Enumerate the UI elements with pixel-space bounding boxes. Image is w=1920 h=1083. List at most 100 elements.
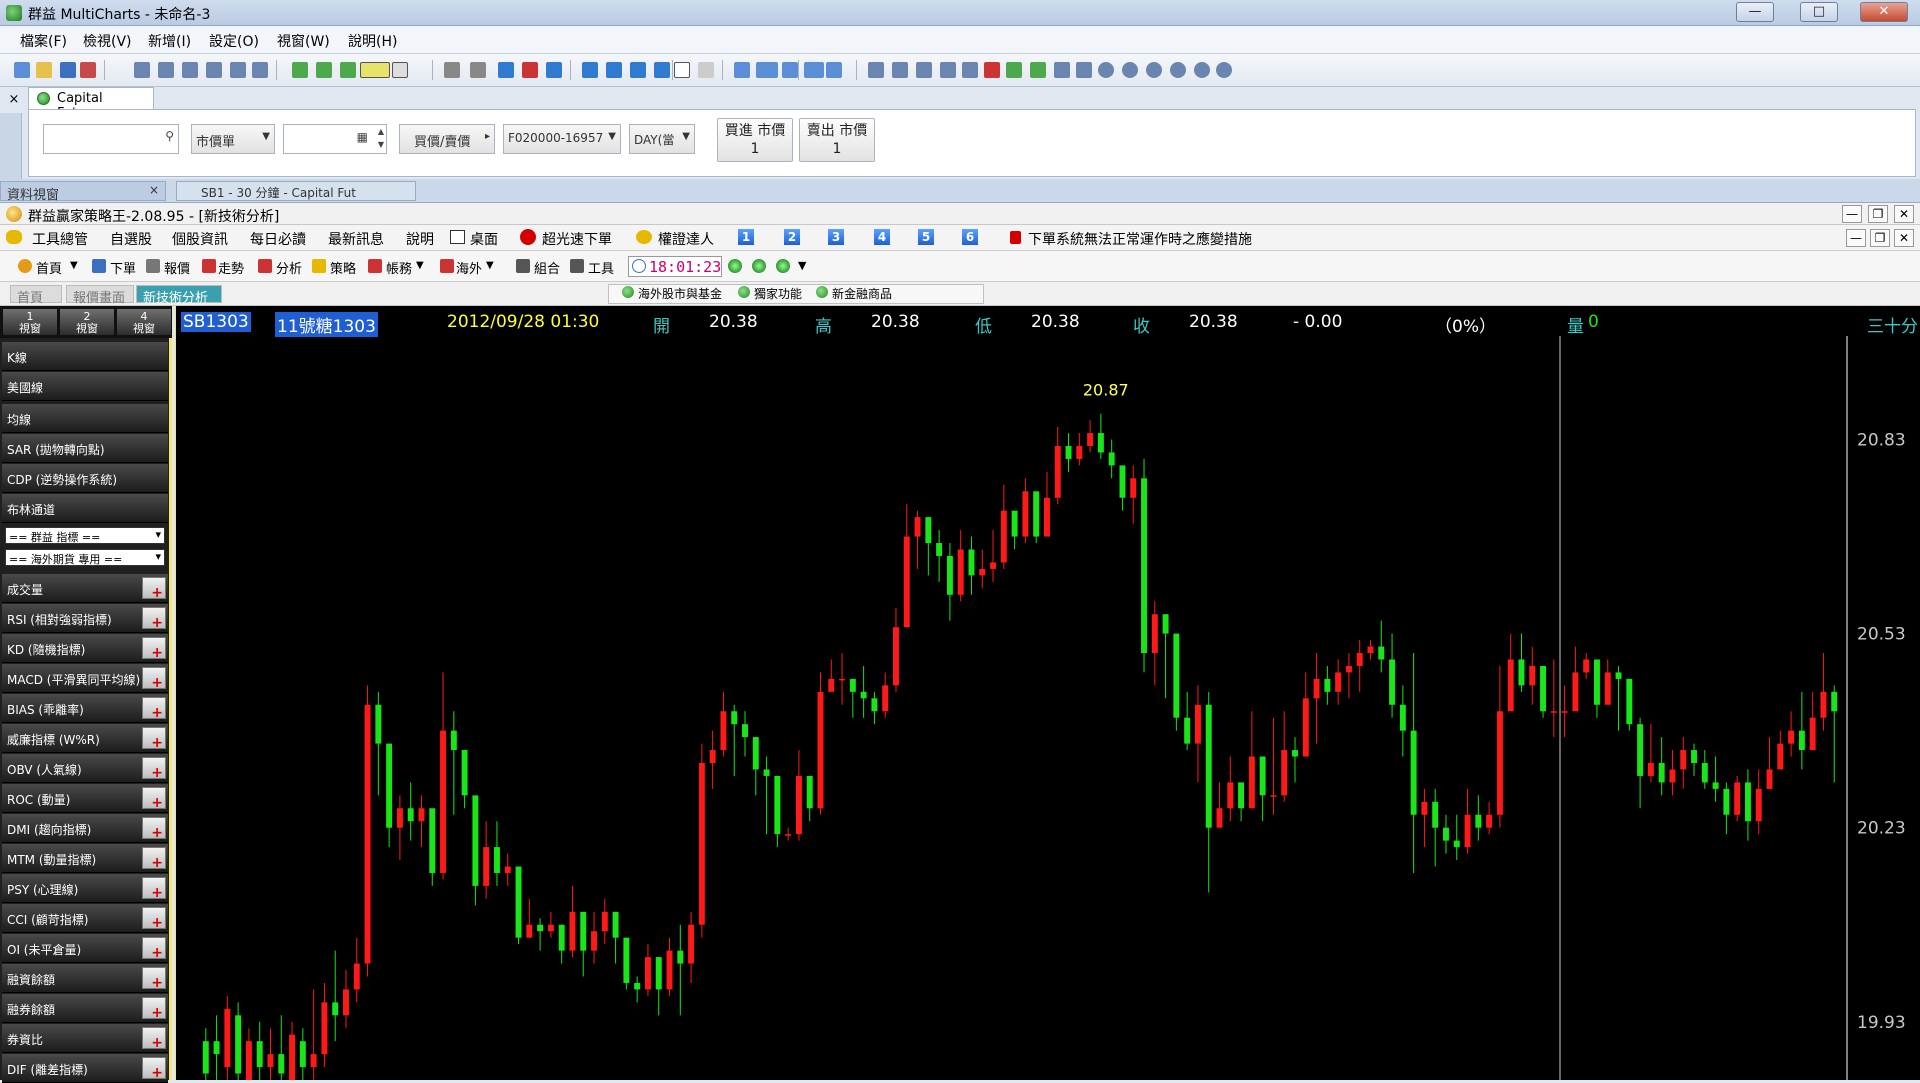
close-icon[interactable]: × [149,183,159,197]
indicator-item[interactable]: OI (未平倉量) [2,934,168,963]
indicator-item[interactable]: 威廉指標 (W%R) [2,724,168,753]
add-indicator-icon[interactable] [142,667,166,691]
expand-icon[interactable] [940,62,956,78]
toolbar-trend[interactable]: 走勢 [218,258,244,277]
indicator-item[interactable]: ROC (動量) [2,784,168,813]
price-mode-select[interactable]: 買價/賣價 ▸ [399,124,495,154]
menu-insert[interactable]: 新增(I) [148,31,191,51]
sidebar-item-kline[interactable]: K線 [2,342,168,371]
indicator-item[interactable]: MTM (動量指標) [2,844,168,873]
sidebar-item-ohlc[interactable]: 美國線 [2,372,168,401]
menu-contingency-link[interactable]: 下單系統無法正常運作時之應變措施 [1028,229,1252,249]
minimize-button[interactable]: — [1736,2,1774,22]
order-type-select[interactable]: 市價單 ▼ [191,124,275,154]
add-indicator-icon[interactable] [142,847,166,871]
candlestick-chart[interactable]: 20.83 20.53 20.23 19.93 20.87 [175,306,1920,1080]
indicator-item[interactable]: PSY (心理線) [2,874,168,903]
trade-icon[interactable] [756,62,778,78]
sidebar-item-ma[interactable]: 均線 [2,404,168,433]
menu-desktop[interactable]: 桌面 [470,229,498,249]
replay-icon[interactable] [1194,62,1210,78]
menu-view[interactable]: 檢視(V) [83,31,132,51]
chevron-down-icon[interactable]: ▼ [70,260,78,271]
add-indicator-icon[interactable] [142,787,166,811]
menu-watchlist[interactable]: 自選股 [110,229,152,249]
futures-indicator-select[interactable]: == 海外期貨 專用 == [5,549,165,566]
layout-6-button[interactable]: 6 [962,229,978,245]
add-indicator-icon[interactable] [142,1057,166,1081]
cursor-icon[interactable] [674,62,690,78]
menu-settings[interactable]: 設定(O) [209,31,259,51]
layout-4-button[interactable]: 4 [874,229,890,245]
tab-technical-analysis[interactable]: 新技術分析 [136,285,222,306]
menu-news[interactable]: 最新訊息 [328,229,384,249]
menu-fast-order[interactable]: 超光速下單 [542,229,612,249]
chart-area[interactable]: SB1303 11號糖1303 2012/09/28 01:30 開 20.38… [175,306,1920,1080]
tab-home[interactable]: 首頁 [10,285,62,306]
portfolio-icon[interactable] [206,62,222,78]
time-in-force-select[interactable]: DAY(當 ▼ [629,124,695,154]
chevron-down-icon[interactable]: ▼ [416,260,424,271]
indicator-item[interactable]: DIF (離差指標) [2,1054,168,1083]
add-indicator-icon[interactable] [142,967,166,991]
add-indicator-icon[interactable] [142,817,166,841]
ohlc-icon[interactable] [582,62,598,78]
indicator-item[interactable]: 成交量 [2,574,168,603]
add-indicator-icon[interactable] [142,637,166,661]
format-icon[interactable] [444,62,460,78]
comment-icon[interactable] [734,62,750,78]
add-indicator-icon[interactable] [142,727,166,751]
account-select[interactable]: F020000-16957 ▼ [503,124,621,154]
toolbar-combo[interactable]: 組合 [534,258,560,277]
arrow-right-icon[interactable] [1030,62,1046,78]
indicator-item[interactable]: DMI (趨向指標) [2,814,168,843]
zoom-out-icon[interactable] [1122,62,1138,78]
search-icon[interactable] [1216,62,1232,78]
chevron-down-icon[interactable] [392,62,408,78]
save-icon[interactable] [60,62,76,78]
buy-market-button[interactable]: 買進 市價 1 [717,118,793,162]
toolbar-analysis[interactable]: 分析 [276,258,302,277]
trend-icon[interactable] [606,62,622,78]
scroll-right-icon[interactable] [892,62,908,78]
tab-data-window[interactable]: 資料視窗 × [0,181,166,203]
candle-icon[interactable] [522,62,538,78]
wave-icon[interactable] [630,62,646,78]
indicator-icon[interactable] [292,62,308,78]
line-chart-icon[interactable] [546,62,562,78]
indicator-item[interactable]: OBV (人氣線) [2,754,168,783]
compress-icon[interactable] [916,62,932,78]
histogram-icon[interactable] [654,62,670,78]
add-indicator-icon[interactable] [142,907,166,931]
expert-icon[interactable] [782,62,798,78]
signal-icon[interactable] [340,62,356,78]
strategy-icon[interactable] [316,62,332,78]
sync-icon[interactable] [1170,62,1186,78]
indicator-item[interactable]: 券資比 [2,1024,168,1053]
add-indicator-icon[interactable] [142,937,166,961]
menu-window[interactable]: 視窗(W) [277,31,330,51]
trade-bar-icon[interactable] [230,62,246,78]
stepper-arrows-icon[interactable]: ▲ ▼ [378,125,384,151]
menu-stock-info[interactable]: 個股資訊 [172,229,228,249]
add-indicator-icon[interactable] [142,757,166,781]
chevron-down-icon[interactable]: ▼ [486,260,494,271]
tab-quote-screen[interactable]: 報價畫面 [66,285,134,306]
sell-market-button[interactable]: 賣出 市價 1 [799,118,875,162]
restore-button[interactable]: ❐ [1870,229,1890,247]
minimize-button[interactable]: — [1846,229,1866,247]
arrow-left-icon[interactable] [1006,62,1022,78]
close-button[interactable]: ✕ [1894,229,1914,247]
add-indicator-icon[interactable] [142,997,166,1021]
layout-2-button[interactable]: 2 [784,229,800,245]
restore-button[interactable]: ❐ [1868,205,1888,223]
bar-chart-icon[interactable] [498,62,514,78]
indicator-item[interactable]: CCI (顧苛指標) [2,904,168,933]
order-manager-icon[interactable] [252,62,268,78]
tab-capital-futures[interactable]: Capital Futures [28,87,154,121]
indicator-item[interactable]: BIAS (乖離率) [2,694,168,723]
maximize-button[interactable]: □ [1800,2,1838,22]
layout-icon[interactable] [804,62,824,78]
crosshair-icon[interactable] [698,62,714,78]
indicator-item[interactable]: KD (隨機指標) [2,634,168,663]
